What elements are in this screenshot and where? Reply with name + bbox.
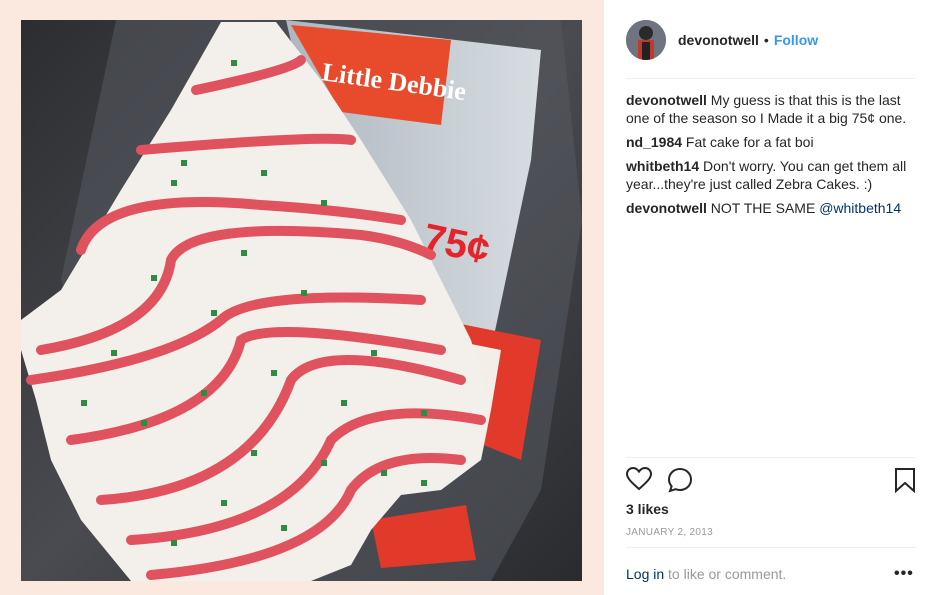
comment-item: devonotwell NOT THE SAME @whitbeth14 — [626, 199, 918, 217]
header-username[interactable]: devonotwell — [678, 32, 759, 48]
post-photo[interactable]: Little Debbie 75¢ — [21, 20, 582, 581]
photo-image: Little Debbie 75¢ — [21, 20, 582, 581]
avatar[interactable] — [626, 20, 666, 60]
comment-username[interactable]: devonotwell — [626, 200, 707, 216]
avatar-image — [626, 20, 666, 60]
action-bar — [625, 466, 918, 498]
comment-username[interactable]: devonotwell — [626, 92, 707, 108]
post-sidebar: devonotwell • Follow devonotwell My gues… — [603, 0, 938, 595]
actions-divider — [626, 457, 916, 458]
bookmark-icon[interactable] — [894, 467, 916, 498]
comment-username[interactable]: whitbeth14 — [626, 158, 699, 174]
post-header: devonotwell • Follow — [626, 19, 818, 61]
login-suffix: to like or comment. — [664, 566, 787, 582]
comments-list: devonotwell My guess is that this is the… — [626, 91, 918, 223]
follow-button[interactable]: Follow — [774, 32, 818, 48]
more-options-icon[interactable]: ••• — [894, 565, 914, 583]
comment-item: nd_1984 Fat cake for a fat boi — [626, 133, 918, 151]
comment-text: NOT THE SAME — [706, 200, 820, 216]
comment-item: whitbeth14 Don't worry. You can get them… — [626, 157, 918, 193]
header-divider — [626, 78, 916, 79]
post-date: January 2, 2013 — [626, 527, 713, 538]
comment-item: devonotwell My guess is that this is the… — [626, 91, 918, 127]
comment-bubble-icon[interactable] — [667, 467, 693, 498]
likes-count[interactable]: 3 likes — [626, 501, 669, 517]
separator-dot: • — [763, 32, 769, 48]
footer-divider — [626, 547, 916, 548]
comment-username[interactable]: nd_1984 — [626, 134, 682, 150]
heart-icon[interactable] — [625, 466, 653, 496]
comment-text: Fat cake for a fat boi — [682, 134, 814, 150]
login-prompt: Log in to like or comment. ••• — [626, 565, 918, 583]
comment-mention[interactable]: @whitbeth14 — [819, 200, 901, 216]
login-link[interactable]: Log in — [626, 566, 664, 582]
photo-panel: Little Debbie 75¢ — [0, 0, 603, 595]
